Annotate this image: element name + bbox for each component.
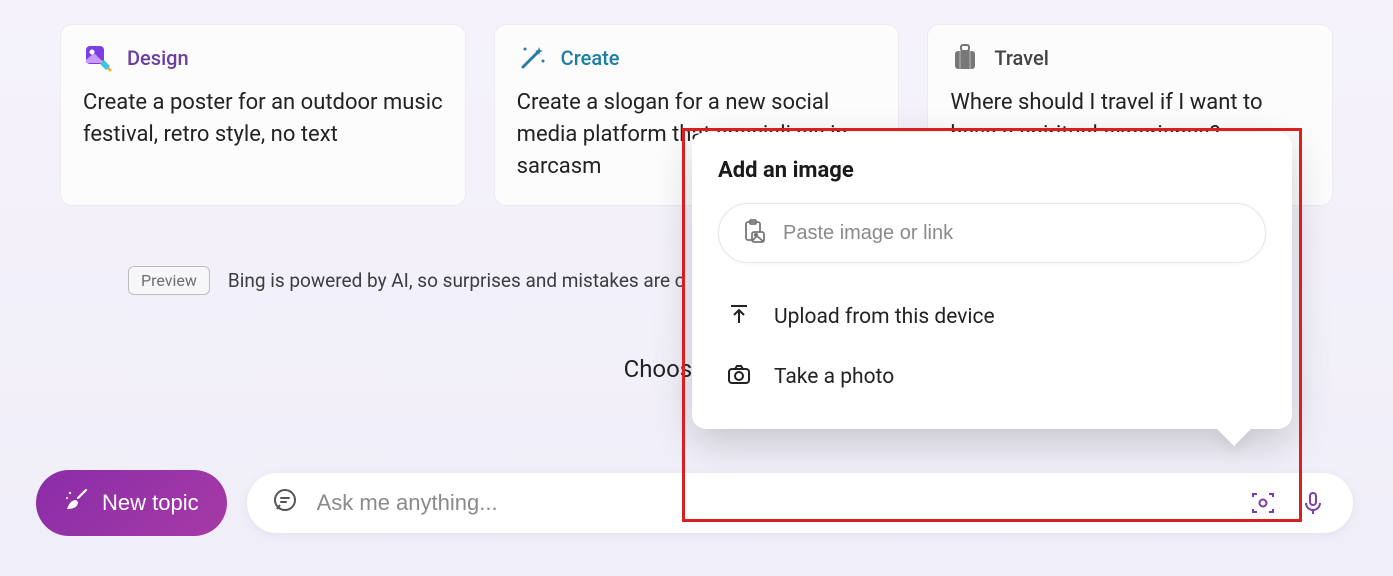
take-photo-button[interactable]: Take a photo [718,347,1266,407]
ask-input[interactable] [317,490,1229,516]
broom-icon [64,488,88,518]
suggestion-card-design[interactable]: Design Create a poster for an outdoor mu… [60,24,466,206]
popover-tail [1217,412,1251,446]
add-image-popover: Add an image Upload from this device Tak… [692,132,1292,429]
wand-icon [517,43,547,73]
image-search-button[interactable] [1247,487,1279,519]
card-body: Create a poster for an outdoor music fes… [83,87,443,151]
upload-from-device-button[interactable]: Upload from this device [718,287,1266,347]
microphone-button[interactable] [1297,487,1329,519]
take-photo-label: Take a photo [774,365,894,389]
luggage-icon [950,43,980,73]
preview-badge: Preview [128,266,210,295]
card-title: Create [561,46,620,70]
upload-label: Upload from this device [774,305,995,329]
paste-image-field[interactable] [718,203,1266,263]
card-title: Design [127,46,189,70]
popover-title: Add an image [718,158,1266,183]
clipboard-image-icon [741,218,767,248]
new-topic-label: New topic [102,490,199,516]
camera-icon [726,361,752,393]
upload-icon [726,301,752,333]
preview-disclaimer: Bing is powered by AI, so surprises and … [228,269,685,292]
paste-image-input[interactable] [783,222,1243,245]
ask-bar [247,473,1353,533]
card-title: Travel [994,46,1048,70]
design-icon [83,43,113,73]
new-topic-button[interactable]: New topic [36,470,227,536]
chat-icon [271,487,299,519]
